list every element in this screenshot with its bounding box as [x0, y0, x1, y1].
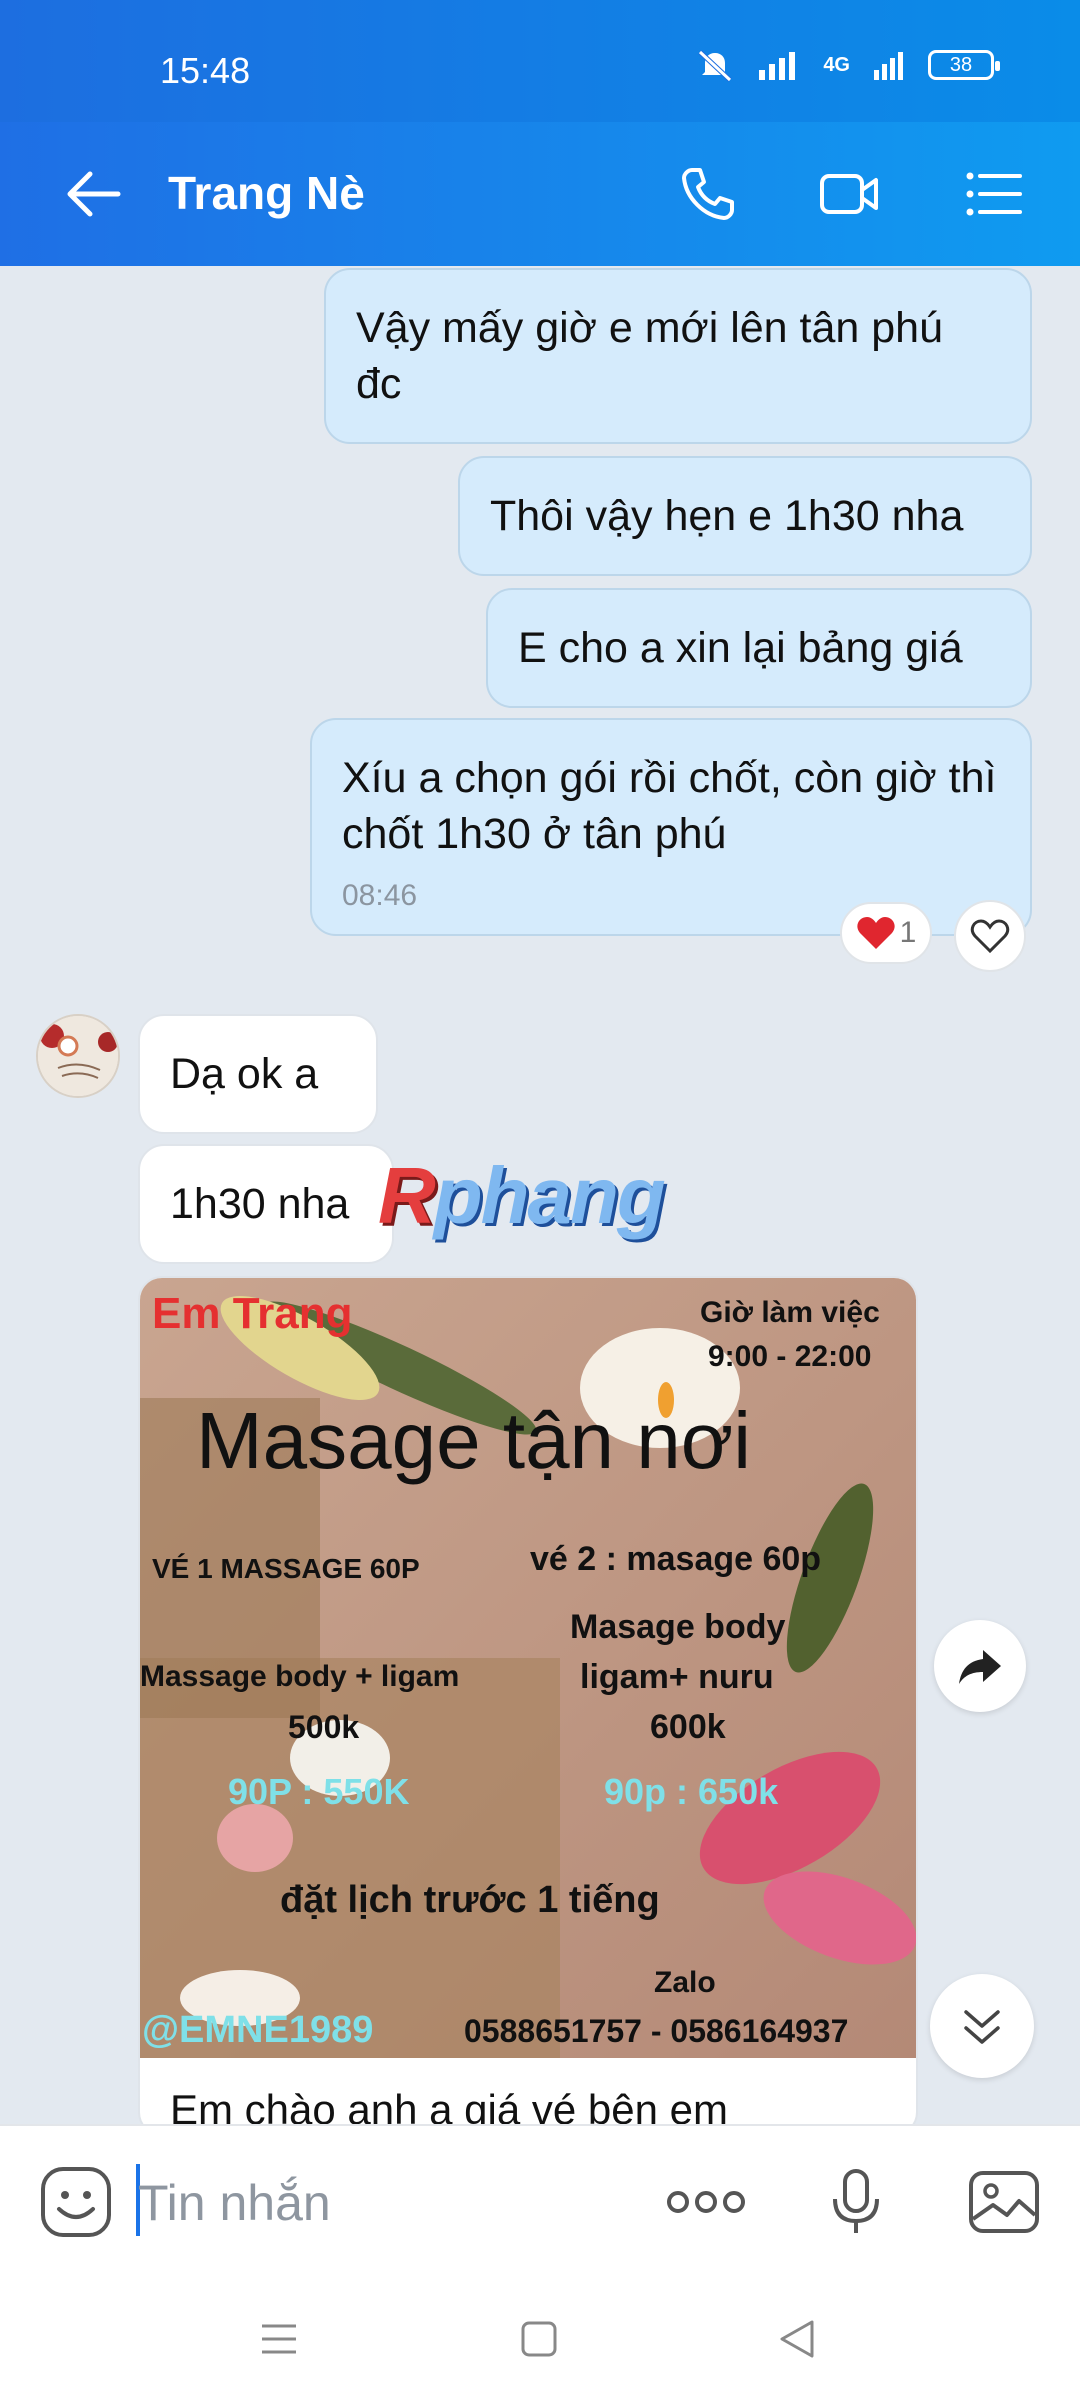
- scroll-down-button[interactable]: [930, 1974, 1034, 2078]
- battery-icon: 38: [928, 50, 1000, 80]
- back-arrow-icon[interactable]: [64, 166, 124, 222]
- message-text: Vậy mấy giờ e mới lên tân phú đc: [356, 304, 944, 408]
- status-time: 15:48: [160, 50, 251, 91]
- poster-ticket1-90: 90P : 550K: [228, 1771, 409, 1812]
- avatar[interactable]: [36, 1014, 120, 1098]
- price-poster-image[interactable]: Em Trang Giờ làm việc 9:00 - 22:00 Masag…: [140, 1278, 918, 2058]
- poster-ticket1-desc: Massage body + ligam: [140, 1660, 459, 1693]
- share-icon: [959, 1650, 1001, 1684]
- recent-apps-icon[interactable]: [254, 2314, 304, 2364]
- poster-hours-label: Giờ làm việc: [700, 1296, 880, 1329]
- heart-outline-icon: [970, 919, 1010, 954]
- poster-ticket2-desc1: Masage body: [570, 1608, 785, 1646]
- message-input-bar: Tin nhắn: [0, 2124, 1080, 2274]
- phone-icon[interactable]: [676, 162, 740, 226]
- more-button[interactable]: [664, 2162, 748, 2242]
- mute-icon: [698, 50, 733, 82]
- poster-ticket1-price: 500k: [288, 1709, 359, 1745]
- microphone-icon: [833, 2169, 879, 2233]
- home-icon[interactable]: [514, 2314, 564, 2364]
- contact-name[interactable]: Trang Nè: [168, 166, 365, 220]
- emoji-icon: [41, 2167, 111, 2237]
- message-bubble-outgoing[interactable]: E cho a xin lại bảng giá: [486, 588, 1032, 708]
- poster-booking: đặt lịch trước 1 tiếng: [280, 1879, 660, 1921]
- poster-name: Em Trang: [152, 1289, 353, 1338]
- gallery-button[interactable]: [964, 2162, 1044, 2242]
- message-bubble-incoming[interactable]: 1h30 nha: [138, 1144, 394, 1264]
- avatar-image: [38, 1016, 118, 1096]
- poster-ticket2-price: 600k: [650, 1708, 726, 1746]
- image-message-card[interactable]: Em Trang Giờ làm việc 9:00 - 22:00 Masag…: [138, 1276, 918, 2136]
- system-nav-bar: [0, 2274, 1080, 2400]
- status-icons: 4G 38: [695, 48, 1000, 82]
- poster-ticket2: vé 2 : masage 60p: [530, 1540, 821, 1578]
- reaction-count: 1: [899, 916, 917, 949]
- heart-icon: [857, 917, 895, 949]
- scroll-down-icon: [964, 2010, 1000, 2044]
- more-dots-icon: [667, 2191, 745, 2213]
- poster-handle: @EMNE1989: [142, 2009, 373, 2051]
- back-nav-icon[interactable]: [772, 2314, 822, 2364]
- poster-ticket1: VÉ 1 MASSAGE 60P: [152, 1553, 420, 1584]
- message-input[interactable]: Tin nhắn: [138, 2174, 331, 2232]
- chat-header: Trang Nè: [0, 122, 1080, 266]
- network-type: 4G: [823, 53, 850, 76]
- react-button[interactable]: [954, 900, 1026, 972]
- message-text: Xíu a chọn gói rồi chốt, còn giờ thì chố…: [342, 754, 997, 858]
- message-text: Dạ ok a: [170, 1050, 319, 1098]
- watermark-logo: Rphang: [378, 1151, 666, 1240]
- signal-4g-icon: [874, 52, 903, 80]
- message-bubble-outgoing[interactable]: Thôi vậy hẹn e 1h30 nha: [458, 456, 1032, 576]
- message-bubble-outgoing[interactable]: Vậy mấy giờ e mới lên tân phú đc: [324, 268, 1032, 444]
- poster-hours: 9:00 - 22:00: [708, 1340, 871, 1373]
- emoji-button[interactable]: [36, 2162, 116, 2242]
- poster-zalo-label: Zalo: [654, 1966, 716, 1999]
- poster-ticket2-90: 90p : 650k: [604, 1771, 779, 1812]
- battery-level: 38: [949, 53, 973, 76]
- poster-ticket2-desc2: ligam+ nuru: [580, 1658, 774, 1696]
- share-button[interactable]: [934, 1620, 1026, 1712]
- signal-icon: [759, 52, 796, 80]
- message-bubble-outgoing[interactable]: Xíu a chọn gói rồi chốt, còn giờ thì chố…: [310, 718, 1032, 936]
- gallery-icon: [969, 2171, 1039, 2233]
- reaction-badge[interactable]: 1: [840, 902, 932, 964]
- message-text: 1h30 nha: [170, 1180, 350, 1228]
- voice-button[interactable]: [816, 2162, 896, 2242]
- video-call-icon[interactable]: [818, 162, 882, 226]
- poster-headline: Masage tận nơi: [196, 1396, 751, 1485]
- message-bubble-incoming[interactable]: Dạ ok a: [138, 1014, 378, 1134]
- menu-list-icon[interactable]: [962, 162, 1026, 226]
- status-bar: 15:48 4G 38: [0, 0, 1080, 122]
- message-text: Thôi vậy hẹn e 1h30 nha: [490, 492, 964, 540]
- poster-phones: 0588651757 - 0586164937: [464, 2013, 848, 2049]
- message-text: E cho a xin lại bảng giá: [518, 624, 963, 672]
